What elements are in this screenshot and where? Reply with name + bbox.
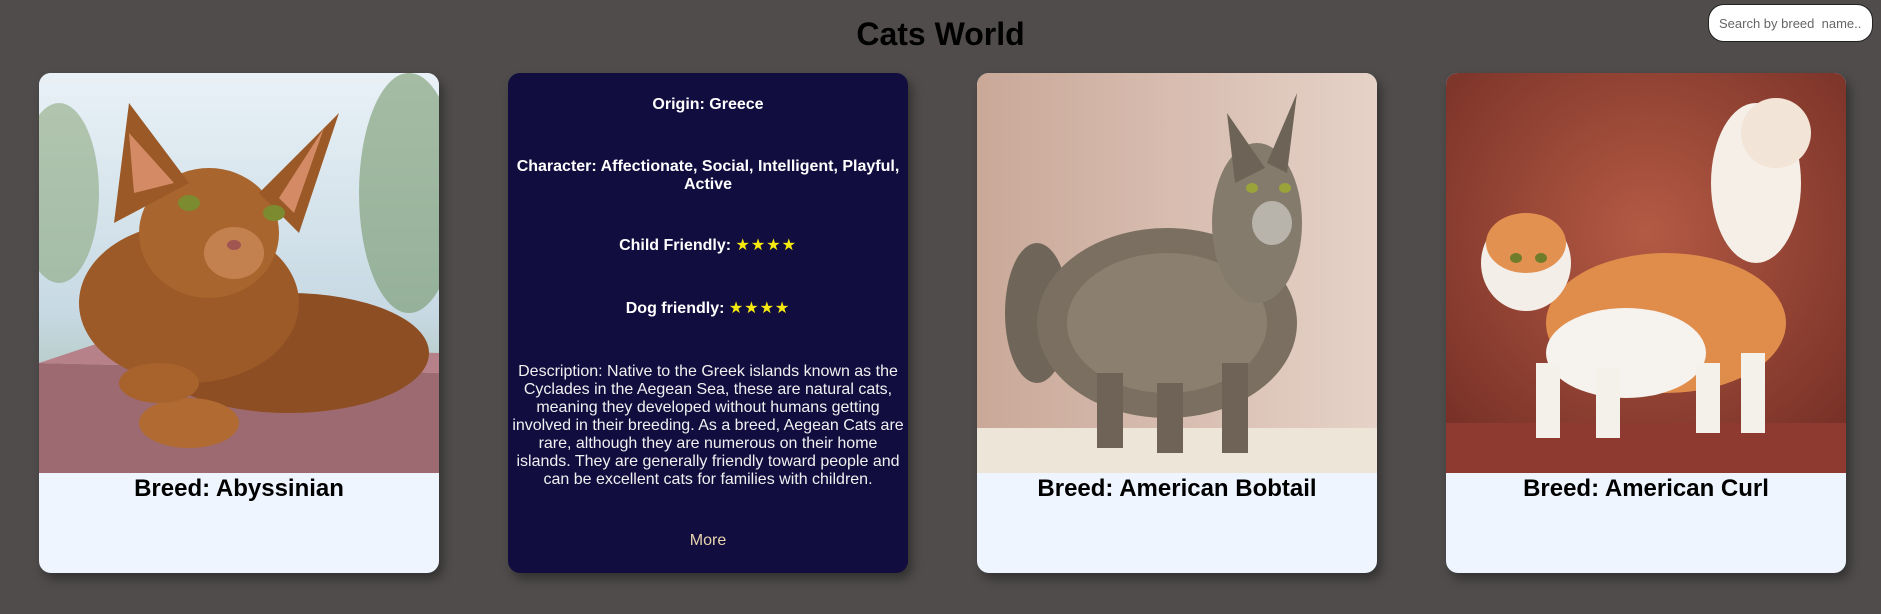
description-text: Description: Native to the Greek islands… [512, 363, 904, 488]
search-input[interactable] [1708, 4, 1873, 42]
cat-card-american-curl[interactable]: Breed: American Curl [1446, 73, 1846, 573]
child-friendly-label: Child Friendly: [619, 237, 732, 254]
american-bobtail-cat-photo [977, 73, 1377, 473]
origin-text: Origin: Greece [652, 96, 764, 113]
character-text: Character: Affectionate, Social, Intelli… [516, 158, 900, 193]
cat-card-american-bobtail[interactable]: Breed: American Bobtail [977, 73, 1377, 573]
more-link[interactable]: More [508, 532, 908, 550]
dog-friendly-row: Dog friendly: ★★★★ [508, 300, 908, 318]
breed-label: Breed: Abyssinian [134, 475, 344, 502]
dog-friendly-stars: ★★★★ [728, 300, 791, 317]
dog-friendly-label: Dog friendly: [625, 300, 725, 317]
cat-card-abyssinian[interactable]: Breed: Abyssinian [39, 73, 439, 573]
american-curl-cat-photo [1446, 73, 1846, 473]
page: Cats World Search by breed name.. Breed:… [0, 0, 1881, 614]
child-friendly-row: Child Friendly: ★★★★ [508, 237, 908, 255]
breed-label: Breed: American Bobtail [1037, 475, 1317, 502]
cat-card-info[interactable]: Origin: Greece Character: Affectionate, … [508, 73, 908, 573]
abyssinian-cat-photo [39, 73, 439, 473]
page-title: Cats World [856, 16, 1025, 52]
child-friendly-stars: ★★★★ [735, 237, 797, 254]
breed-label: Breed: American Curl [1523, 475, 1769, 502]
